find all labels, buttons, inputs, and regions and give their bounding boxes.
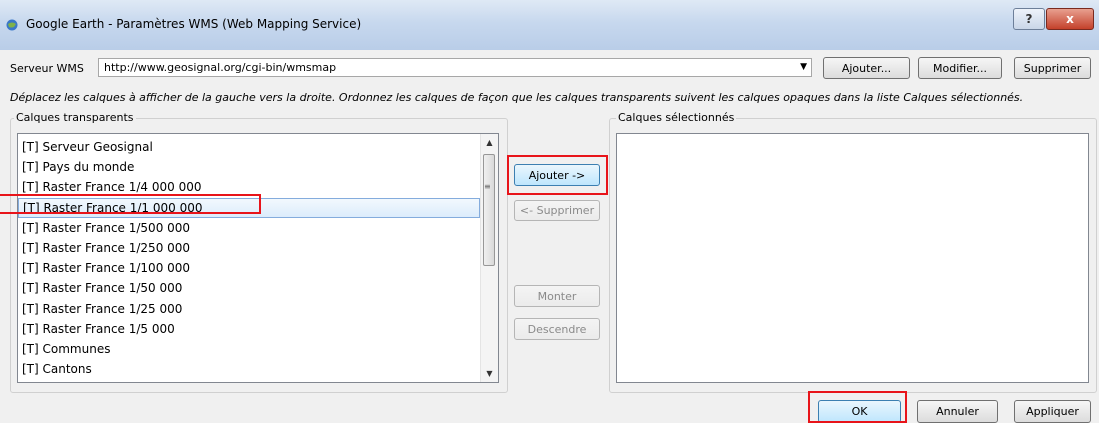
- server-url-combo[interactable]: http://www.geosignal.org/cgi-bin/wmsmap …: [98, 58, 812, 77]
- layer-item[interactable]: [T] Serveur Geosignal: [18, 137, 480, 157]
- layer-item[interactable]: [T] Communes: [18, 339, 480, 359]
- add-server-button[interactable]: Ajouter...: [823, 57, 910, 79]
- window-title: Google Earth - Paramètres WMS (Web Mappi…: [26, 17, 362, 31]
- layer-item[interactable]: [T] Cantons: [18, 359, 480, 379]
- transparent-layers-list[interactable]: [T] Serveur Geosignal [T] Pays du monde [T…: [17, 133, 499, 383]
- layer-item[interactable]: [T] Raster France 1/5 000: [18, 319, 480, 339]
- server-url-value: http://www.geosignal.org/cgi-bin/wmsmap: [104, 61, 337, 74]
- layer-item[interactable]: [T] Raster France 1/50 000: [18, 278, 480, 298]
- ok-button[interactable]: OK: [818, 400, 901, 423]
- layer-item[interactable]: [T] Raster France 1/25 000: [18, 299, 480, 319]
- scroll-up-icon[interactable]: ▲: [481, 134, 498, 151]
- list-scrollbar[interactable]: ▲ ≡ ▼: [480, 134, 498, 382]
- transparent-layers-title: Calques transparents: [14, 111, 136, 124]
- layer-item[interactable]: [T] Raster France 1/100 000: [18, 258, 480, 278]
- layer-item[interactable]: [T] Pays du monde: [18, 157, 480, 177]
- cancel-button[interactable]: Annuler: [917, 400, 998, 423]
- help-button[interactable]: ?: [1013, 8, 1045, 30]
- chevron-down-icon[interactable]: ▼: [800, 62, 807, 72]
- layer-item[interactable]: [T] Raster France 1/250 000: [18, 238, 480, 258]
- google-earth-icon: [6, 19, 18, 31]
- selected-layers-title: Calques sélectionnés: [616, 111, 737, 124]
- close-button[interactable]: x: [1046, 8, 1094, 30]
- selected-layers-list[interactable]: [616, 133, 1089, 383]
- delete-server-button[interactable]: Supprimer: [1014, 57, 1091, 79]
- grip-icon: ≡: [484, 182, 491, 191]
- layer-item[interactable]: [T] Raster France 1/1 000 000: [18, 197, 480, 218]
- layer-item[interactable]: [T] Raster France 1/500 000: [18, 218, 480, 238]
- remove-layer-button[interactable]: <- Supprimer: [514, 200, 600, 221]
- title-bar: Google Earth - Paramètres WMS (Web Mappi…: [0, 0, 1099, 50]
- server-label: Serveur WMS: [10, 62, 84, 75]
- layer-item[interactable]: [T] Raster France 1/4 000 000: [18, 177, 480, 197]
- scroll-thumb[interactable]: [483, 154, 495, 266]
- apply-button[interactable]: Appliquer: [1014, 400, 1091, 423]
- edit-server-button[interactable]: Modifier...: [918, 57, 1002, 79]
- move-up-button[interactable]: Monter: [514, 285, 600, 307]
- move-down-button[interactable]: Descendre: [514, 318, 600, 340]
- instructions-text: Déplacez les calques à afficher de la ga…: [10, 91, 1024, 104]
- layer-item[interactable]: [T] Arrondissements: [18, 379, 480, 382]
- scroll-down-icon[interactable]: ▼: [481, 365, 498, 382]
- layer-list-items: [T] Serveur Geosignal [T] Pays du monde [T…: [18, 137, 480, 382]
- add-layer-button[interactable]: Ajouter ->: [514, 164, 600, 186]
